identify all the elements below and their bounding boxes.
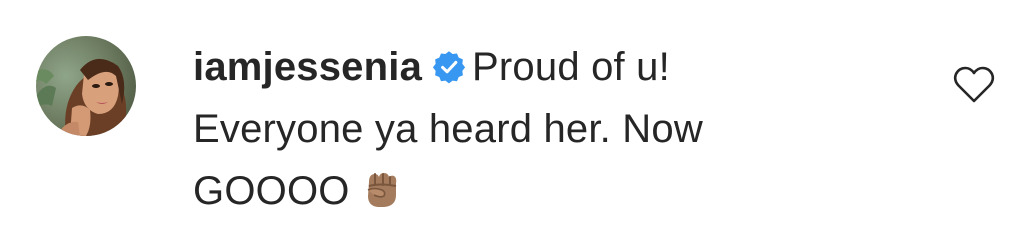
comment-text-line2: Everyone ya heard her. Now bbox=[193, 107, 703, 151]
heart-outline-icon bbox=[953, 66, 995, 103]
avatar-image bbox=[36, 36, 136, 136]
raised-fist-icon bbox=[360, 168, 402, 210]
comment-text-block: iamjessenia Proud of u! Everyone ya hear… bbox=[193, 36, 913, 222]
like-button[interactable] bbox=[952, 64, 996, 104]
comment-row: iamjessenia Proud of u! Everyone ya hear… bbox=[0, 0, 1024, 241]
comment-text-line3: GOOOO bbox=[193, 169, 350, 213]
comment-text-line1: Proud of u! bbox=[472, 45, 670, 89]
username-link[interactable]: iamjessenia bbox=[193, 45, 422, 89]
verified-badge-icon bbox=[432, 50, 466, 84]
avatar[interactable] bbox=[36, 36, 136, 136]
